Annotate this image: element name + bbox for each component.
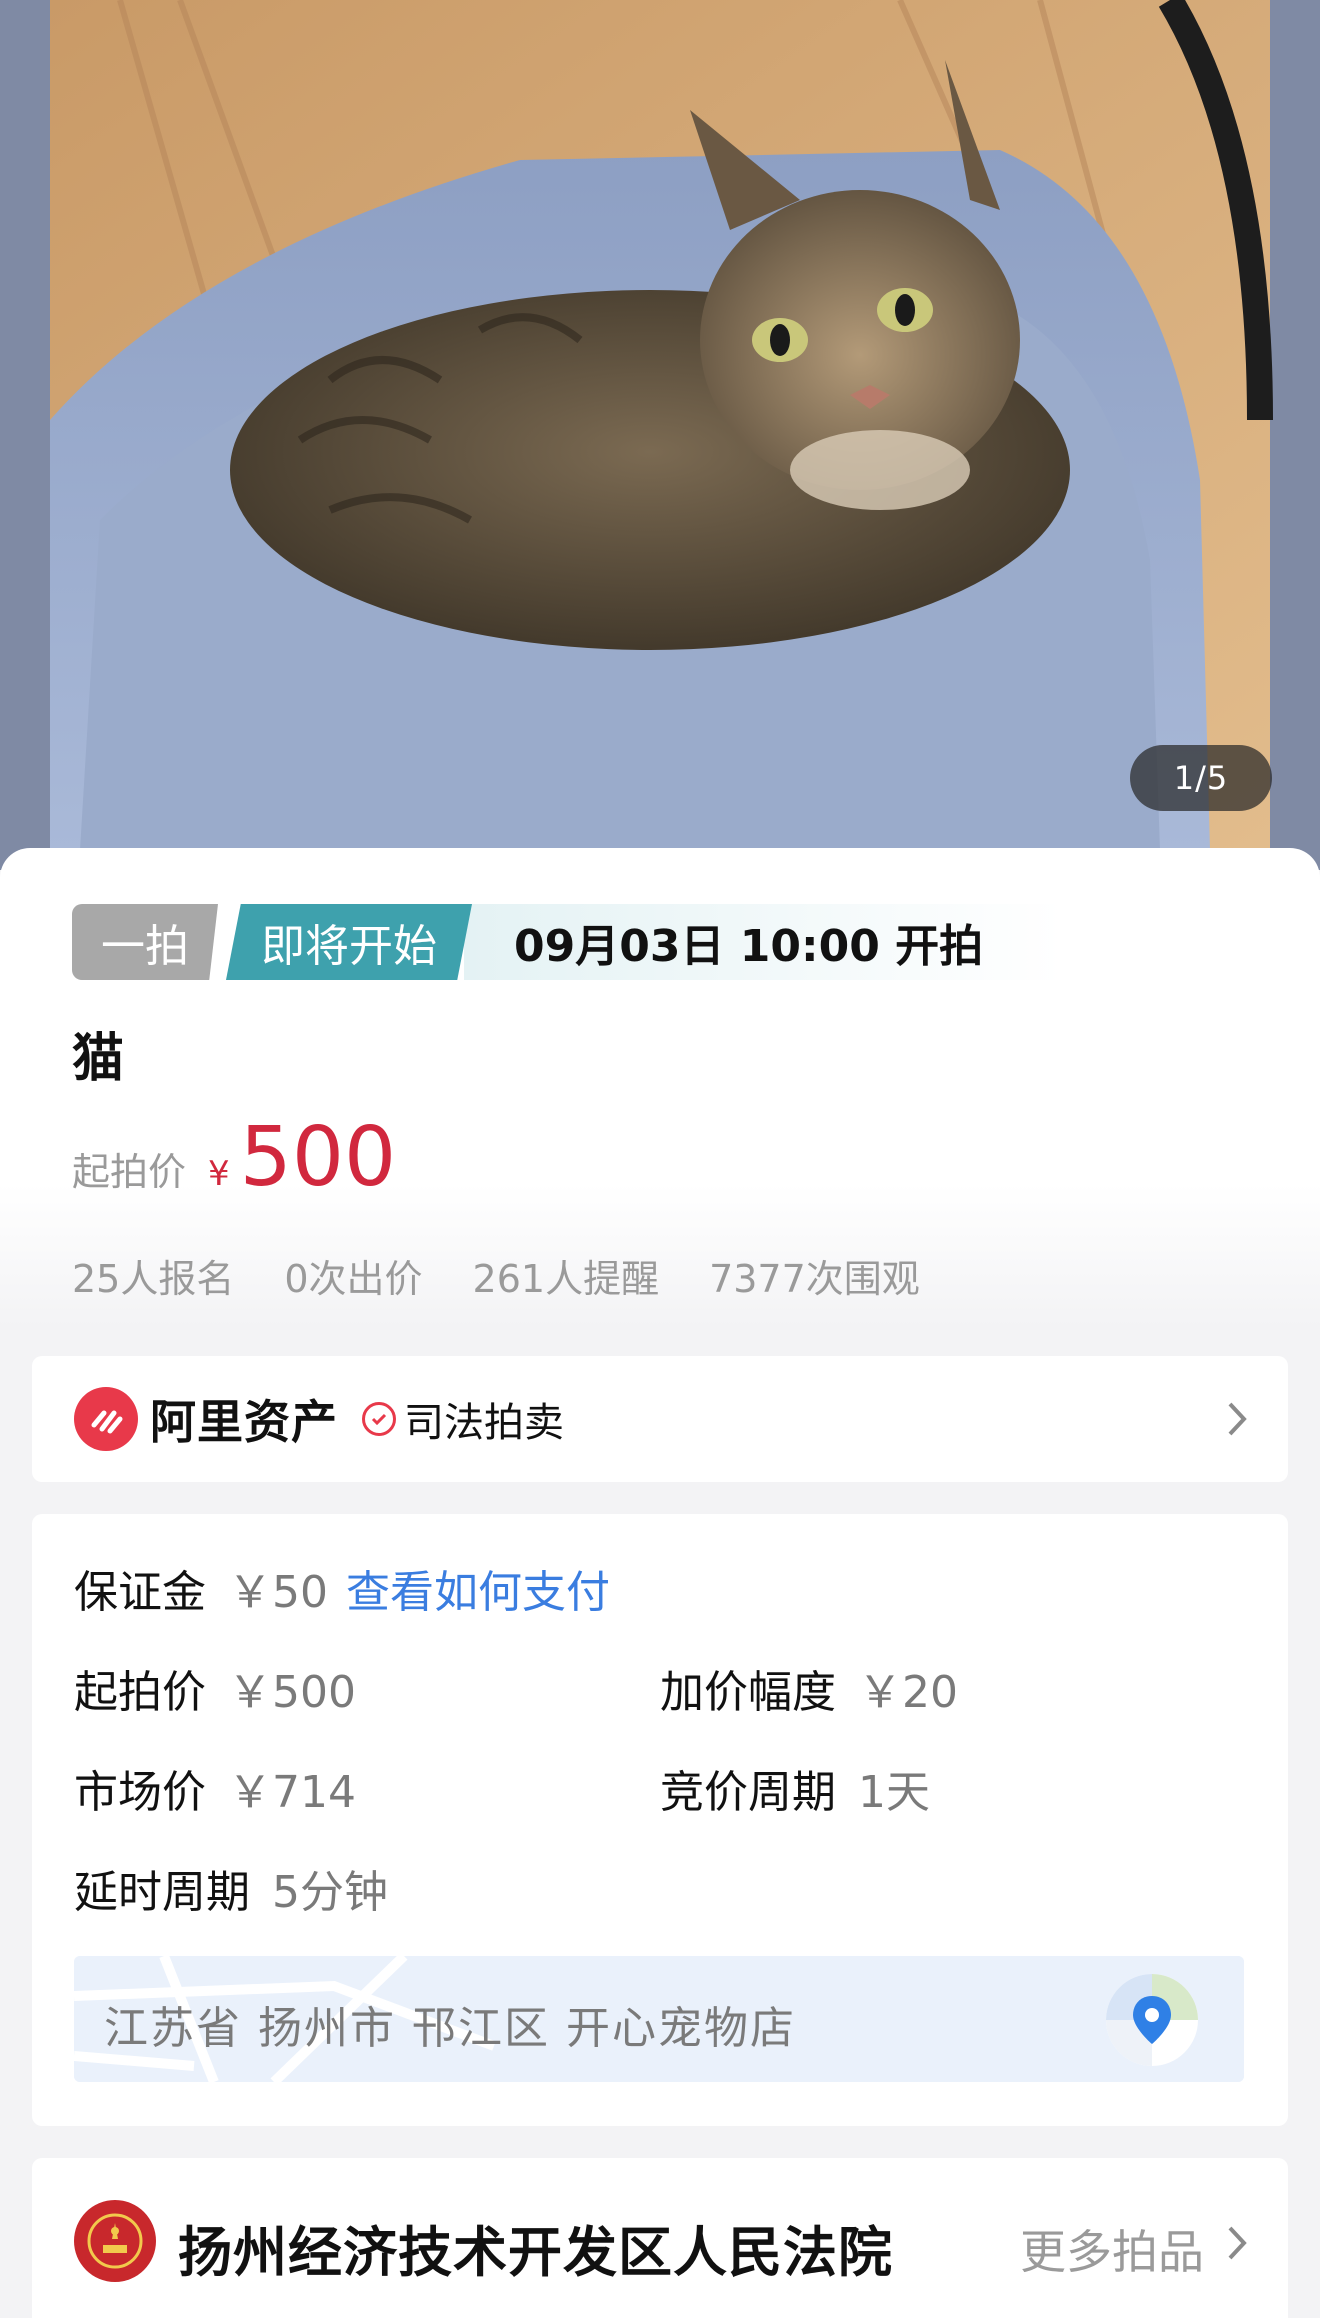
deposit-value: ￥50: [228, 1567, 328, 1618]
judicial-auction-badge: 司法拍卖: [404, 1400, 564, 1446]
increment-row: 加价幅度 ￥20: [660, 1656, 958, 1720]
market-price-label: 市场价: [74, 1767, 206, 1818]
check-circle-icon: [362, 1402, 396, 1436]
delay-cycle-label: 延时周期: [74, 1867, 250, 1918]
item-title: 猫: [72, 1029, 125, 1089]
status-row: 一拍 即将开始 09月03日 10:00 开拍: [72, 904, 1064, 980]
cat-photo: [0, 0, 1320, 870]
auction-round-tag: 一拍: [72, 904, 218, 980]
bid-cycle-row: 竞价周期 1天: [660, 1756, 930, 1820]
location-map-row[interactable]: 江苏省 扬州市 邗江区 开心宠物店: [74, 1956, 1244, 2082]
auction-state-tag: 即将开始: [226, 904, 472, 980]
photo-page-indicator: 1/5: [1130, 745, 1272, 811]
start-price-row: 起拍价 ¥ 500: [72, 1110, 396, 1205]
market-price-row: 市场价 ￥714: [74, 1756, 356, 1820]
start-price-info-row: 起拍价 ￥500: [74, 1656, 356, 1720]
platform-name: 阿里资产: [150, 1395, 338, 1449]
auction-summary-card: 一拍 即将开始 09月03日 10:00 开拍 猫 起拍价 ¥ 500 25人报…: [0, 848, 1320, 1328]
court-name: 扬州经济技术开发区人民法院: [178, 2221, 893, 2284]
platform-row[interactable]: 阿里资产 司法拍卖: [32, 1356, 1288, 1482]
currency-symbol: ¥: [208, 1154, 230, 1194]
more-items-link[interactable]: 更多拍品: [1020, 2216, 1204, 2282]
start-price-label: 起拍价: [72, 1150, 187, 1194]
auction-stats: 25人报名 0次出价 261人提醒 7377次围观: [72, 1248, 920, 1303]
bids-count: 0次出价: [284, 1257, 423, 1301]
item-photo-carousel[interactable]: 1/5: [0, 0, 1320, 870]
auction-info-card: 保证金 ￥50 查看如何支付 起拍价 ￥500 加价幅度 ￥20 市场价 ￥714 竞价周…: [32, 1514, 1288, 2126]
bid-cycle-value: 1天: [858, 1767, 930, 1818]
start-price-info-label: 起拍价: [74, 1667, 206, 1718]
delay-cycle-row: 延时周期 5分钟: [74, 1856, 388, 1920]
views-count: 7377次围观: [709, 1257, 920, 1301]
how-to-pay-link[interactable]: 查看如何支付: [346, 1567, 610, 1618]
location-address: 江苏省 扬州市 邗江区 开心宠物店: [104, 2003, 796, 2054]
increment-value: ￥20: [858, 1667, 958, 1718]
court-emblem-icon: [74, 2200, 156, 2282]
map-pin-icon: [1106, 1974, 1198, 2066]
signups-count: 25人报名: [72, 1257, 235, 1301]
delay-cycle-value: 5分钟: [272, 1867, 388, 1918]
chevron-right-icon: [1228, 2226, 1247, 2260]
court-row[interactable]: 扬州经济技术开发区人民法院 更多拍品: [32, 2158, 1288, 2318]
start-price-value: 500: [239, 1110, 397, 1205]
auction-start-time: 09月03日 10:00 开拍: [464, 904, 1064, 980]
deposit-label: 保证金: [74, 1567, 206, 1618]
increment-label: 加价幅度: [660, 1667, 836, 1718]
ali-logo-icon: [74, 1387, 138, 1451]
reminders-count: 261人提醒: [472, 1257, 660, 1301]
deposit-row: 保证金 ￥50 查看如何支付: [74, 1556, 610, 1620]
start-price-info-value: ￥500: [228, 1667, 356, 1718]
chevron-right-icon: [1228, 1402, 1247, 1436]
bid-cycle-label: 竞价周期: [660, 1767, 836, 1818]
market-price-value: ￥714: [228, 1767, 356, 1818]
